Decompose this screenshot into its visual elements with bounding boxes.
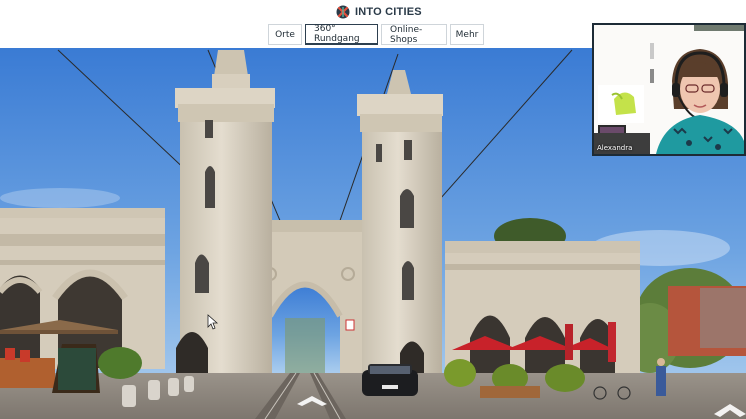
logo-icon — [336, 5, 350, 19]
tab-online-shops[interactable]: Online-Shops — [381, 24, 447, 45]
brand-name: INTO CITIES — [355, 6, 422, 18]
tab-360-rundgang[interactable]: 360° Rundgang — [305, 24, 378, 45]
right-tower — [357, 70, 443, 382]
left-tower — [175, 50, 275, 387]
black-car — [362, 364, 418, 396]
participant-name: Alexandra — [597, 144, 633, 152]
brand-logo[interactable]: INTO CITIES — [336, 4, 422, 20]
video-call-tile[interactable]: Alexandra — [592, 23, 746, 156]
main-nav: Orte 360° Rundgang Online-Shops Mehr — [268, 24, 484, 46]
tab-mehr[interactable]: Mehr — [450, 24, 484, 45]
tab-orte[interactable]: Orte — [268, 24, 302, 45]
video-feed — [594, 25, 744, 154]
